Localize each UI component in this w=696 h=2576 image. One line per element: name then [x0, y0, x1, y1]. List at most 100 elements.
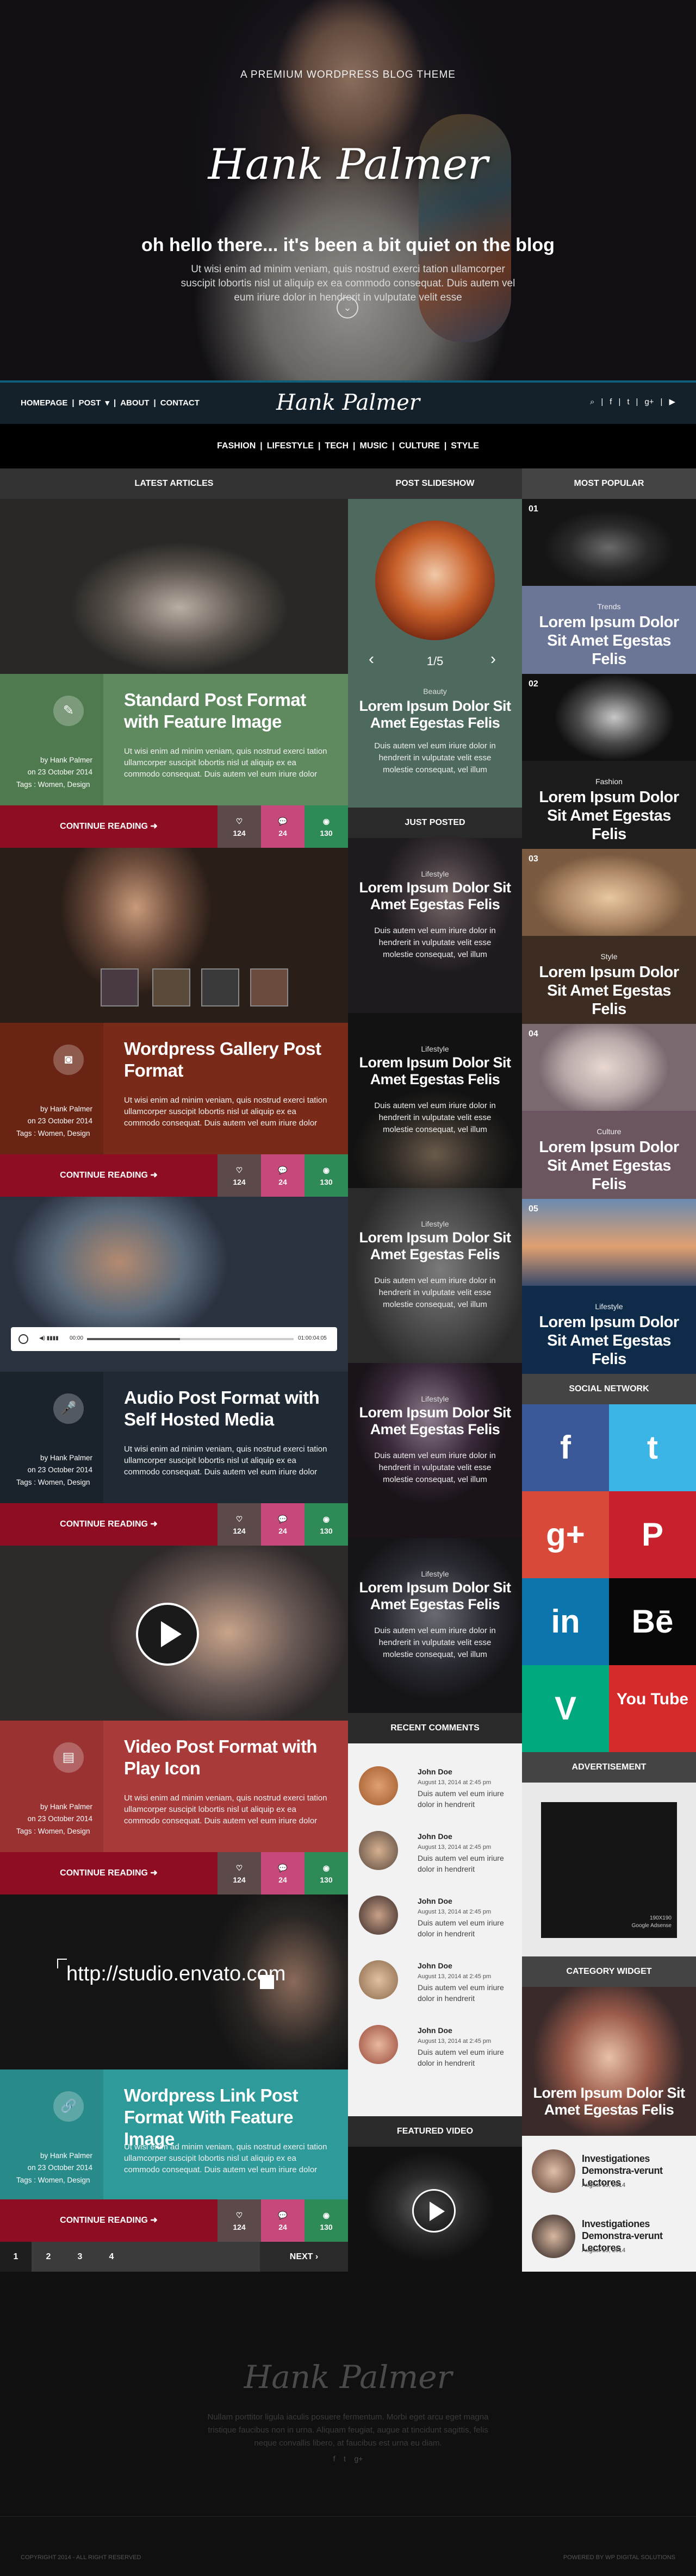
vine-icon[interactable]: V	[522, 1665, 609, 1752]
continue-reading-button[interactable]: CONTINUE READING ➜	[0, 1154, 217, 1197]
facebook-icon[interactable]: f	[333, 2454, 335, 2463]
post-title[interactable]: Audio Post Format with Self Hosted Media	[124, 1387, 341, 1430]
views-stat[interactable]: ◉ 130	[304, 1852, 348, 1895]
google-plus-icon[interactable]: g+	[522, 1491, 609, 1578]
views-stat[interactable]: ◉ 130	[304, 1503, 348, 1546]
just-posted-item[interactable]: Lifestyle Lorem Ipsum Dolor Sit Amet Ege…	[348, 1363, 522, 1538]
continue-reading-button[interactable]: CONTINUE READING ➜	[0, 2199, 217, 2242]
popular-item[interactable]: 02 Fashion Lorem Ipsum Dolor Sit Amet Eges…	[522, 674, 696, 849]
page-link[interactable]: 3	[64, 2242, 96, 2272]
post-image-5[interactable]: http://studio.envato.com	[0, 1895, 348, 2069]
slide-title[interactable]: Lorem Ipsum Dolor Sit Amet Egestas Felis	[359, 698, 511, 731]
post-tags[interactable]: Tags : Women, Design	[16, 1827, 90, 1835]
google-plus-icon[interactable]: g+	[644, 397, 654, 407]
comments-stat[interactable]: 💬 24	[261, 2199, 304, 2242]
behance-icon[interactable]: Bē	[609, 1578, 696, 1665]
comment-item[interactable]: John Doe August 13, 2014 at 2:45 pm Duis a…	[359, 2025, 517, 2088]
post-actions-5: CONTINUE READING ➜ ♡ 124 💬 24 ◉ 130	[0, 2199, 348, 2242]
page-link[interactable]: 1	[0, 2242, 32, 2272]
continue-reading-button[interactable]: CONTINUE READING ➜	[0, 1503, 217, 1546]
link-url[interactable]: http://studio.envato.com	[66, 1962, 285, 1986]
likes-stat[interactable]: ♡ 124	[217, 1154, 261, 1197]
audio-progress[interactable]	[87, 1338, 294, 1340]
pinterest-icon[interactable]: P	[609, 1491, 696, 1578]
post-image-1[interactable]	[0, 499, 348, 674]
popular-item[interactable]: 04 Culture Lorem Ipsum Dolor Sit Amet Eges…	[522, 1024, 696, 1199]
post-title[interactable]: Video Post Format with Play Icon	[124, 1736, 341, 1779]
category-fashion[interactable]: FASHION	[217, 441, 256, 451]
post-tags[interactable]: Tags : Women, Design	[16, 780, 90, 789]
category-culture[interactable]: CULTURE	[399, 441, 440, 451]
likes-stat[interactable]: ♡ 124	[217, 805, 261, 848]
views-stat[interactable]: ◉ 130	[304, 805, 348, 848]
category-list-item[interactable]: Investigationes Demonstra-verunt Lectore…	[532, 2215, 689, 2274]
scroll-down-icon[interactable]: ⌄	[337, 297, 358, 318]
slide-image[interactable]	[375, 521, 495, 640]
play-icon[interactable]	[18, 1334, 28, 1344]
comment-item[interactable]: John Doe August 13, 2014 at 2:45 pm Duis a…	[359, 1766, 517, 1829]
gallery-thumb[interactable]	[101, 968, 139, 1006]
post-title[interactable]: Wordpress Link Post Format With Feature …	[124, 2085, 341, 2150]
popular-item[interactable]: 05 Lifestyle Lorem Ipsum Dolor Sit Amet Eg…	[522, 1199, 696, 1374]
video-play-button[interactable]	[136, 1603, 199, 1666]
just-posted-item[interactable]: Lifestyle Lorem Ipsum Dolor Sit Amet Ege…	[348, 1538, 522, 1713]
twitter-icon[interactable]: t	[344, 2454, 346, 2463]
category-music[interactable]: MUSIC	[360, 441, 388, 451]
featured-video[interactable]	[348, 2147, 522, 2272]
search-icon[interactable]: ⌕	[590, 397, 594, 407]
category-tech[interactable]: TECH	[325, 441, 349, 451]
page-link[interactable]: 2	[33, 2242, 64, 2272]
gallery-thumb[interactable]	[201, 968, 239, 1006]
comments-stat[interactable]: 💬 24	[261, 1503, 304, 1546]
google-plus-icon[interactable]: g+	[354, 2454, 363, 2463]
linkedin-icon[interactable]: in	[522, 1578, 609, 1665]
comment-item[interactable]: John Doe August 13, 2014 at 2:45 pm Duis a…	[359, 1831, 517, 1894]
comments-stat[interactable]: 💬 24	[261, 805, 304, 848]
slide-category[interactable]: Beauty	[348, 687, 522, 696]
views-stat[interactable]: ◉ 130	[304, 1154, 348, 1197]
footer-logo[interactable]: Hank Palmer	[0, 2359, 696, 2396]
post-image-2[interactable]	[0, 848, 348, 1023]
ad-slot[interactable]: 190X190 Google Adsense	[541, 1802, 677, 1938]
video-play-button[interactable]	[412, 2189, 456, 2233]
audio-player[interactable]: ◀) ▮▮▮▮ 00:00 01:00:04:05	[11, 1327, 337, 1351]
continue-reading-button[interactable]: CONTINUE READING ➜	[0, 805, 217, 848]
facebook-icon[interactable]: f	[610, 397, 612, 407]
likes-stat[interactable]: ♡ 124	[217, 1503, 261, 1546]
post-image-4[interactable]	[0, 1546, 348, 1721]
views-stat[interactable]: ◉ 130	[304, 2199, 348, 2242]
comment-item[interactable]: John Doe August 13, 2014 at 2:45 pm Duis a…	[359, 1960, 517, 2023]
post-image-3[interactable]: ◀) ▮▮▮▮ 00:00 01:00:04:05	[0, 1197, 348, 1372]
just-posted-item[interactable]: Lifestyle Lorem Ipsum Dolor Sit Amet Ege…	[348, 1013, 522, 1188]
just-posted-item[interactable]: Lifestyle Lorem Ipsum Dolor Sit Amet Ege…	[348, 838, 522, 1013]
facebook-icon[interactable]: f	[522, 1404, 609, 1491]
chevron-right-icon[interactable]: ›	[490, 650, 496, 668]
volume-icon[interactable]: ◀) ▮▮▮▮	[39, 1335, 59, 1341]
page-link[interactable]: 4	[96, 2242, 127, 2272]
post-tags[interactable]: Tags : Women, Design	[16, 2176, 90, 2184]
category-list-item[interactable]: Investigationes Demonstra-verunt Lectore…	[532, 2149, 689, 2209]
popular-item[interactable]: 03 Style Lorem Ipsum Dolor Sit Amet Egesta…	[522, 849, 696, 1024]
popular-item[interactable]: 01 Trends Lorem Ipsum Dolor Sit Amet Egest…	[522, 499, 696, 674]
gallery-thumb[interactable]	[152, 968, 190, 1006]
comments-stat[interactable]: 💬 24	[261, 1852, 304, 1895]
post-title[interactable]: Wordpress Gallery Post Format	[124, 1038, 341, 1081]
post-tags[interactable]: Tags : Women, Design	[16, 1129, 90, 1137]
gallery-thumb[interactable]	[250, 968, 288, 1006]
twitter-icon[interactable]: t	[627, 397, 629, 407]
likes-stat[interactable]: ♡ 124	[217, 2199, 261, 2242]
youtube-icon[interactable]: ▶	[669, 397, 675, 407]
likes-stat[interactable]: ♡ 124	[217, 1852, 261, 1895]
comments-stat[interactable]: 💬 24	[261, 1154, 304, 1197]
continue-reading-button[interactable]: CONTINUE READING ➜	[0, 1852, 217, 1895]
category-style[interactable]: STYLE	[451, 441, 479, 451]
category-lifestyle[interactable]: LIFESTYLE	[267, 441, 314, 451]
youtube-icon[interactable]: You Tube	[609, 1665, 696, 1752]
twitter-icon[interactable]: t	[609, 1404, 696, 1491]
next-page-button[interactable]: NEXT ›	[260, 2242, 348, 2272]
post-tags[interactable]: Tags : Women, Design	[16, 1478, 90, 1486]
hero-logo[interactable]: Hank Palmer	[0, 140, 696, 189]
comment-item[interactable]: John Doe August 13, 2014 at 2:45 pm Duis a…	[359, 1896, 517, 1959]
just-posted-item[interactable]: Lifestyle Lorem Ipsum Dolor Sit Amet Ege…	[348, 1188, 522, 1363]
post-title[interactable]: Standard Post Format with Feature Image	[124, 689, 341, 733]
